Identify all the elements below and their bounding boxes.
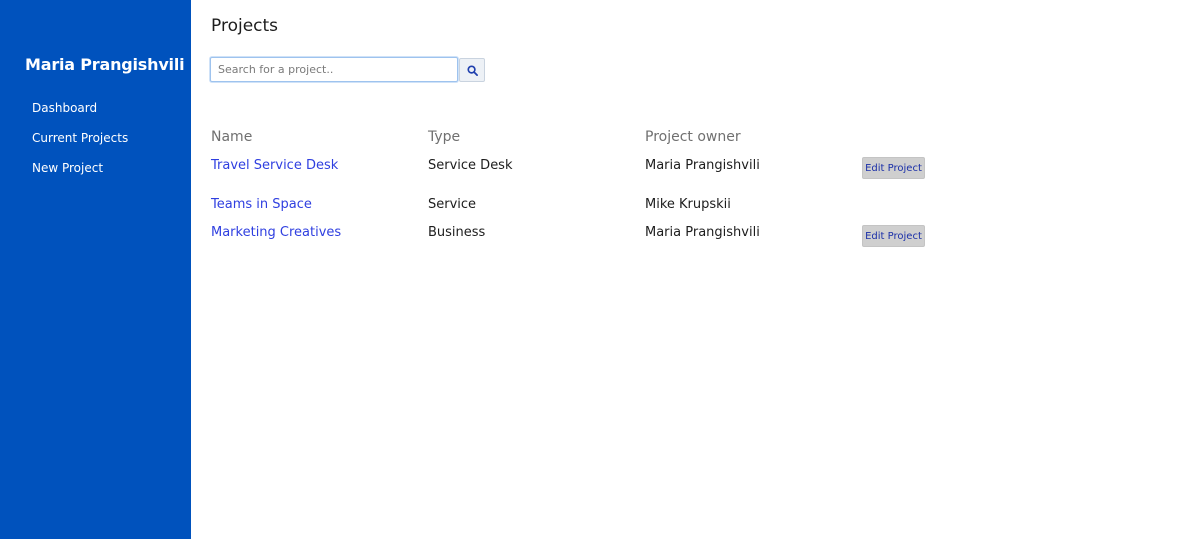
project-owner: Maria Prangishvili: [645, 158, 760, 173]
sidebar-item-dashboard[interactable]: Dashboard: [32, 101, 97, 115]
edit-project-button[interactable]: Edit Project: [862, 157, 925, 179]
sidebar-item-current-projects[interactable]: Current Projects: [32, 131, 128, 145]
project-name-link[interactable]: Marketing Creatives: [211, 225, 341, 240]
search-input[interactable]: [210, 57, 458, 82]
column-header-name: Name: [211, 129, 253, 145]
sidebar-user-name: Maria Prangishvili: [25, 55, 185, 74]
edit-project-button[interactable]: Edit Project: [862, 225, 925, 247]
sidebar: Maria Prangishvili Dashboard Current Pro…: [0, 0, 191, 539]
project-owner: Mike Krupskii: [645, 197, 731, 212]
search-button[interactable]: [459, 58, 485, 82]
project-type: Business: [428, 225, 486, 240]
sidebar-item-new-project[interactable]: New Project: [32, 161, 103, 175]
project-name-link[interactable]: Teams in Space: [211, 197, 312, 212]
column-header-owner: Project owner: [645, 129, 741, 145]
project-type: Service: [428, 197, 477, 212]
project-name-link[interactable]: Travel Service Desk: [211, 158, 338, 173]
search-icon: [466, 64, 478, 76]
app-root: Maria Prangishvili Dashboard Current Pro…: [0, 0, 1185, 539]
project-owner: Maria Prangishvili: [645, 225, 760, 240]
page-title: Projects: [211, 16, 279, 36]
project-type: Service Desk: [428, 158, 513, 173]
column-header-type: Type: [428, 129, 461, 145]
